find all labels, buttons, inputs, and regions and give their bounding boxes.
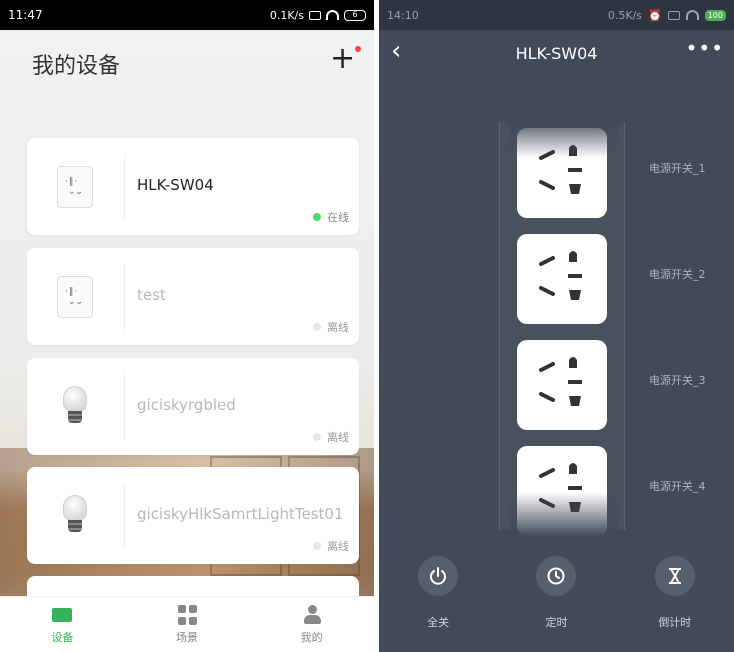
divider [124,483,125,549]
outlet-icon [539,357,582,406]
device-name: test [137,286,166,304]
action-label: 全关 [427,616,450,629]
tab-label: 设备 [51,631,74,644]
switch-label: 电源开关_4 [649,480,706,493]
battery-icon: 100 [704,9,726,21]
device-card[interactable]: HLK-SW04 在线 [27,138,359,235]
device-name: HLK-SW04 [137,176,214,194]
status-badge: 在线 [313,209,349,225]
device-name: giciskyHlkSamrtLightTest01 [137,505,344,523]
offline-dot-icon [313,323,321,331]
device-card[interactable]: giciskyrgbled 离线 [27,358,359,455]
tab-label: 场景 [176,631,198,644]
device-list-screen: 11:47 0.1K/s 6 我的设备 + HLK-SW04 在线 test 离… [0,0,374,652]
online-dot-icon [313,213,321,221]
page-title: 我的设备 [32,54,121,79]
battery-icon: 6 [344,9,366,21]
tab-scenes[interactable]: 场景 [125,597,250,652]
switch-label: 电源开关_3 [649,374,706,387]
bottom-tab-bar: 设备 场景 我的 [0,596,374,652]
network-speed: 0.5K/s [607,8,643,22]
nav-header: ‹ HLK-SW04 ••• [379,30,734,76]
device-control-screen: 14:10 0.5K/s ⏰ 100 ‹ HLK-SW04 ••• 电源开关_1… [379,0,734,652]
tab-label: 我的 [300,631,323,644]
countdown-button[interactable]: 倒计时 [625,556,725,630]
page-title: HLK-SW04 [515,43,598,63]
socket-icon [57,166,93,208]
device-card[interactable]: giciskyHlkSamrtLightTest01 离线 [27,467,359,564]
divider [124,374,125,440]
offline-dot-icon [313,542,321,550]
sim-icon [667,10,680,20]
status-text: 离线 [327,540,349,553]
offline-dot-icon [313,433,321,441]
tab-devices[interactable]: 设备 [0,597,125,652]
switch-label: 电源开关_2 [649,268,706,281]
status-time: 14:10 [387,8,419,22]
status-badge: 离线 [313,538,349,554]
bulb-icon [57,495,93,537]
outlet-switch-2[interactable] [517,234,607,324]
divider [124,264,125,330]
strip-fade [509,492,619,536]
tab-profile[interactable]: 我的 [249,597,374,652]
device-icon [52,608,73,622]
status-time: 11:47 [8,8,43,22]
strip-fade [509,118,619,158]
device-name: giciskyrgbled [137,396,236,414]
status-text: 离线 [327,321,349,334]
profile-icon [302,605,322,625]
status-badge: 离线 [313,319,349,335]
scene-icon [177,605,197,625]
power-icon [418,556,459,596]
notification-dot [355,46,362,52]
bulb-icon [57,386,93,428]
back-button[interactable]: ‹ [391,38,401,64]
outlet-switch-3[interactable] [517,340,607,430]
timer-button[interactable]: 定时 [506,556,606,630]
outlet-icon [539,251,582,300]
divider [124,154,125,220]
action-bar: 全关 定时 倒计时 [379,556,734,630]
socket-icon [57,276,93,318]
wifi-icon [685,10,699,20]
status-badge: 离线 [313,429,349,445]
hourglass-icon [654,556,695,596]
status-bar: 14:10 0.5K/s ⏰ 100 [379,0,734,30]
add-device-button[interactable]: + [330,41,362,76]
clock-icon [536,556,577,596]
device-card[interactable]: test 离线 [27,248,359,345]
status-text: 离线 [327,431,349,444]
sim-icon [309,10,321,20]
network-speed: 0.1K/s [269,8,304,22]
wifi-icon [326,10,339,20]
switch-label: 电源开关_1 [649,162,706,175]
alarm-icon: ⏰ [648,8,662,22]
status-bar: 11:47 0.1K/s 6 [0,0,374,30]
all-off-button[interactable]: 全关 [388,556,488,630]
action-label: 倒计时 [658,616,692,629]
status-text: 在线 [327,211,349,224]
plus-icon: + [330,41,356,76]
action-label: 定时 [545,616,568,629]
more-options-button[interactable]: ••• [686,36,724,60]
